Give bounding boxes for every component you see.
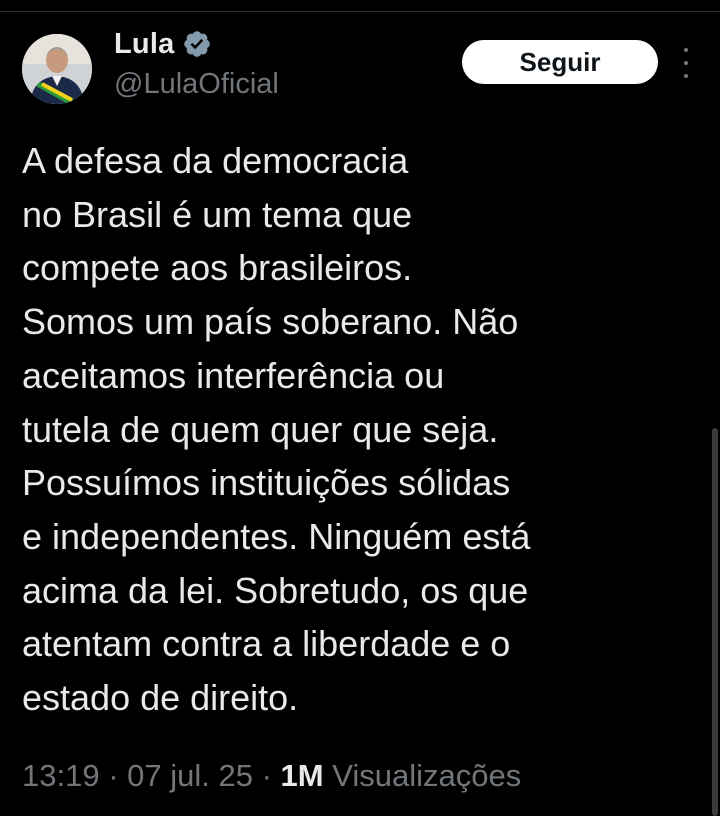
views-count: 1M <box>280 758 324 793</box>
tweet-time[interactable]: 13:19 <box>22 758 100 793</box>
tweet-date[interactable]: 07 jul. 25 <box>127 758 253 793</box>
meta-separator: · <box>99 758 128 793</box>
profile-photo <box>22 34 92 104</box>
avatar[interactable] <box>22 34 92 104</box>
meta-separator: · <box>252 758 281 793</box>
views-label: Visualizações <box>323 758 522 793</box>
author-handle[interactable]: @LulaOficial <box>114 68 279 101</box>
follow-button[interactable]: Seguir <box>462 40 658 84</box>
tweet-text: A defesa da democracia no Brasil é um te… <box>22 140 531 719</box>
tweet-meta: 13:19 · 07 jul. 25 · 1M Visualizações <box>22 758 521 794</box>
top-divider <box>0 0 720 12</box>
more-options-icon[interactable] <box>676 48 696 78</box>
verified-badge-icon <box>184 31 211 57</box>
scrollbar[interactable] <box>712 428 718 816</box>
author-name-row[interactable]: Lula <box>114 24 212 64</box>
display-name[interactable]: Lula <box>114 28 174 61</box>
